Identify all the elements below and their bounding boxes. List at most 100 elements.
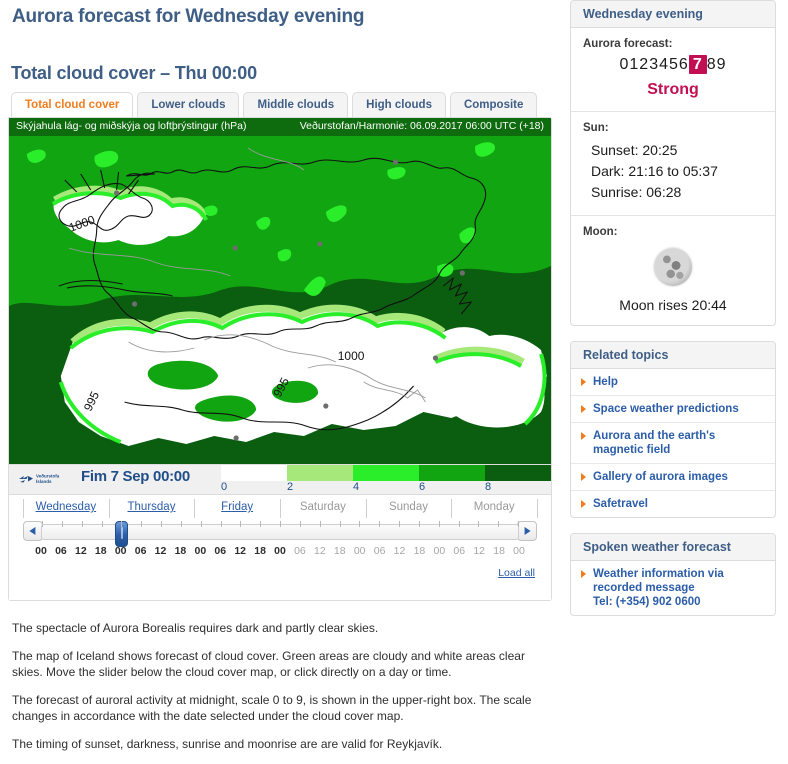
slider-tick (299, 521, 301, 527)
legend-tick-2: 2 (287, 481, 294, 493)
slider-tick (42, 521, 43, 527)
hour-tick-label[interactable]: 00 (115, 545, 127, 557)
aurora-panel-title: Wednesday evening (571, 1, 775, 28)
hour-tick-label[interactable]: 00 (354, 545, 366, 557)
legend-tick-8: 8 (485, 481, 492, 493)
slider-tick (121, 521, 123, 527)
aurora-scale-value: 0 (619, 56, 630, 73)
right-arrow-icon (524, 527, 531, 535)
aurora-scale-value: 5 (669, 56, 679, 73)
hour-tick-label[interactable]: 18 (334, 545, 346, 557)
spoken-forecast-panel: Spoken weather forecast Weather informat… (570, 533, 776, 616)
slider-tick (240, 521, 242, 527)
aurora-forecast-panel: Wednesday evening Aurora forecast: 01234… (570, 0, 776, 326)
page-title: Aurora forecast for Wednesday evening (12, 6, 365, 27)
related-link-aurora-and-the-earth-s-magnetic-field[interactable]: Aurora and the earth's magnetic field (571, 423, 775, 464)
hour-tick-label[interactable]: 00 (274, 545, 286, 557)
hour-tick-label[interactable]: 18 (414, 545, 426, 557)
slider-tick (61, 521, 63, 527)
slider-tick (280, 521, 281, 527)
hour-tick-label[interactable]: 12 (75, 545, 87, 557)
description-paragraph: The timing of sunset, darkness, sunrise … (12, 737, 443, 751)
map-header-left: Skýjahula lág- og miðskýja og loftþrýsti… (16, 120, 247, 132)
hour-tick-label[interactable]: 12 (234, 545, 246, 557)
spoken-forecast-link[interactable]: Weather information via recorded message… (571, 561, 775, 615)
tab-composite[interactable]: Composite (449, 92, 538, 118)
hour-tick-label[interactable]: 00 (35, 545, 47, 557)
hour-tick-label[interactable]: 00 (513, 545, 525, 557)
hour-tick-label[interactable]: 06 (294, 545, 306, 557)
description-paragraph: The spectacle of Aurora Borealis require… (12, 621, 379, 635)
slider-tick (319, 521, 321, 527)
legend-tick-0: 0 (221, 481, 228, 493)
cloud-layer-tabs: Total cloud cover Lower clouds Middle clou… (11, 92, 541, 118)
related-link-safetravel[interactable]: Safetravel (571, 491, 775, 517)
slider-prev-button[interactable] (23, 521, 43, 541)
moon-image-wrap (583, 244, 763, 289)
hour-tick-label[interactable]: 00 (194, 545, 206, 557)
related-link-label: Help (593, 376, 618, 388)
aurora-forecast-section: Aurora forecast: 0123456 7 89 Strong (571, 28, 775, 112)
slider-track[interactable] (41, 521, 519, 547)
map-header: Skýjahula lág- og miðskýja og loftþrýsti… (9, 118, 551, 136)
day-label-friday[interactable]: Friday (194, 501, 280, 513)
caret-right-icon (581, 500, 586, 508)
related-link-gallery-of-aurora-images[interactable]: Gallery of aurora images (571, 464, 775, 491)
hour-tick-label[interactable]: 12 (155, 545, 167, 557)
section-title: Total cloud cover – Thu 00:00 (11, 63, 257, 83)
slider-next-button[interactable] (517, 521, 537, 541)
aurora-forecast-label: Aurora forecast: (583, 38, 673, 50)
spoken-link-line-2: recorded message (593, 582, 695, 594)
sun-time-line: Sunrise: 06:28 (591, 184, 682, 200)
hour-tick-label[interactable]: 12 (473, 545, 485, 557)
day-divider (451, 499, 453, 518)
tab-high-clouds[interactable]: High clouds (352, 92, 446, 118)
hour-tick-label[interactable]: 06 (214, 545, 226, 557)
legend-swatch-1 (287, 465, 353, 481)
moon-phase-icon (654, 248, 692, 286)
hour-tick-label[interactable]: 12 (394, 545, 406, 557)
aurora-scale-value: 3 (649, 56, 660, 73)
day-label-wednesday[interactable]: Wednesday (23, 501, 109, 513)
legend-tick-4: 4 (353, 481, 360, 493)
related-topics-panel: Related topics Help Space weather predict… (570, 341, 776, 518)
hour-tick-label[interactable]: 06 (55, 545, 67, 557)
hour-tick-label[interactable]: 06 (135, 545, 147, 557)
legend-swatch-4 (485, 465, 551, 481)
related-link-help[interactable]: Help (571, 369, 775, 396)
hour-tick-label[interactable]: 18 (254, 545, 266, 557)
aurora-scale-value: 8 (706, 56, 717, 73)
spoken-link-phone: Tel: (+354) 902 0600 (593, 596, 701, 608)
hour-tick-label[interactable]: 18 (493, 545, 505, 557)
caret-right-icon (581, 405, 586, 413)
tab-lower-clouds[interactable]: Lower clouds (137, 92, 240, 118)
hour-tick-label[interactable]: 06 (453, 545, 465, 557)
tab-middle-clouds[interactable]: Middle clouds (243, 92, 349, 118)
sun-label: Sun: (583, 122, 609, 134)
day-label-saturday: Saturday (299, 501, 346, 513)
left-arrow-icon (29, 527, 36, 535)
hour-tick-label[interactable]: 06 (374, 545, 386, 557)
tab-total-cloud-cover[interactable]: Total cloud cover (11, 92, 134, 118)
aurora-scale: 0123456 7 89 (583, 55, 763, 74)
day-label-monday: Monday (473, 501, 515, 513)
slider-tick (458, 521, 460, 527)
hour-tick-label[interactable]: 12 (314, 545, 326, 557)
page-root: Aurora forecast for Wednesday evening To… (0, 0, 788, 751)
time-slider-panel: Wednesday Thursday Friday Saturday Sunday Mon… (9, 494, 551, 600)
day-label-sunday: Sunday (388, 501, 428, 513)
day-label-thursday[interactable]: Thursday (109, 501, 195, 513)
load-all-link[interactable]: Load all (498, 567, 535, 579)
legend-color-bar (221, 465, 551, 481)
hour-tick-label[interactable]: 18 (95, 545, 107, 557)
cloud-cover-map[interactable]: 1000 1000 995 995 (9, 136, 551, 464)
hour-tick-label[interactable]: 18 (175, 545, 187, 557)
slider-tick (399, 521, 400, 527)
hour-tick-label[interactable]: 00 (433, 545, 445, 557)
contour-label-1000-se: 1000 (338, 349, 365, 363)
aurora-scale-value: 4 (659, 56, 669, 73)
day-divider (537, 499, 538, 518)
related-link-space-weather-predictions[interactable]: Space weather predictions (571, 396, 775, 423)
description-paragraph: The map of Iceland shows forecast of clo… (12, 649, 525, 679)
aurora-scale-value-selected: 7 (688, 55, 707, 74)
